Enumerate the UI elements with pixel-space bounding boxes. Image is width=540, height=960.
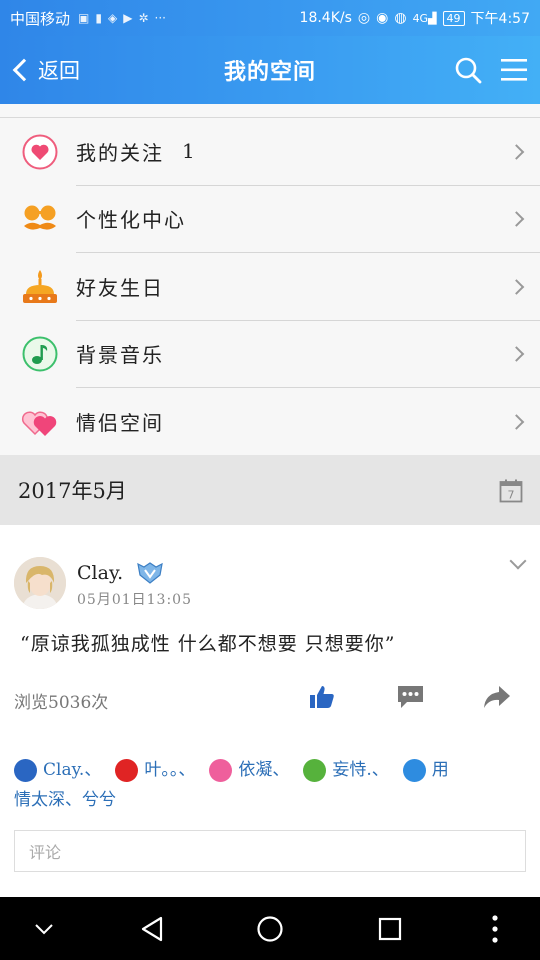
nav-more-button[interactable] xyxy=(480,897,510,960)
circle-home-icon xyxy=(257,915,283,942)
nav-back-button[interactable] xyxy=(134,897,170,960)
clock: 下午4:57 xyxy=(470,11,530,27)
thumbs-up-icon xyxy=(14,759,37,782)
share-button[interactable] xyxy=(482,683,512,711)
gear-icon: ✲ xyxy=(138,11,149,25)
notification-icon: ▮ xyxy=(95,11,102,25)
menu-item-label: 好友生日 xyxy=(76,275,164,300)
post-username[interactable]: Clay. xyxy=(77,562,123,584)
avatar[interactable] xyxy=(14,557,66,609)
liker-name-continued[interactable]: 情太深、兮兮 xyxy=(14,790,116,810)
comment-placeholder: 评论 xyxy=(29,843,62,862)
date-bar: 2017年5月 7 xyxy=(0,455,540,525)
liker-name[interactable]: 用 xyxy=(432,760,449,780)
vip-badge-icon xyxy=(137,562,164,584)
comment-input[interactable]: 评论 xyxy=(14,830,526,872)
location-icon: ◉ xyxy=(376,10,389,26)
menu-item-personalization[interactable]: 个性化中心 xyxy=(0,186,540,253)
menu-item-music[interactable]: 背景音乐 xyxy=(0,321,540,388)
network-speed: 18.4K/s xyxy=(299,10,352,26)
status-bar: 中国移动 ▣ ▮ ◈ ▶ ✲ ··· 18.4K/s ◎ ◉ ◍ 4G▟ 49 … xyxy=(0,0,540,36)
chevron-left-icon xyxy=(12,58,36,82)
play-icon: ▶ xyxy=(123,11,133,25)
battery-icon: 49 xyxy=(442,10,465,26)
space-menu: 我的关注 1 个性化中心 好友生日 背景音乐 情侣空间 xyxy=(0,104,540,456)
menu-item-birthdays[interactable]: 好友生日 xyxy=(0,253,540,321)
arrow-avatar-icon xyxy=(402,759,426,782)
square-recents-icon xyxy=(378,917,402,940)
more-icon: ··· xyxy=(154,11,166,25)
calendar-icon[interactable]: 7 xyxy=(499,479,523,503)
star-avatar-icon xyxy=(209,759,233,782)
app-icon: ◈ xyxy=(107,11,118,25)
nav-recents-button[interactable] xyxy=(370,897,410,960)
feed-post: Clay. 05月01日13:05 “原谅我孤独成性 什么都不想要 只想要你” … xyxy=(0,525,540,897)
following-count: 1 xyxy=(182,139,197,164)
triangle-back-icon xyxy=(141,916,163,941)
liker-name[interactable]: 妄恃.、 xyxy=(332,760,388,780)
liker-name[interactable]: Clay.、 xyxy=(43,760,101,780)
leaf-avatar-icon xyxy=(303,759,327,782)
music-note-icon xyxy=(20,334,60,374)
nav-home-button[interactable] xyxy=(250,897,290,960)
date-label: 2017年5月 xyxy=(18,479,127,503)
cake-icon xyxy=(20,267,60,307)
menu-item-label: 情侣空间 xyxy=(76,411,164,436)
mustache-icon xyxy=(20,199,60,239)
svg-text:7: 7 xyxy=(508,489,515,502)
comment-button[interactable] xyxy=(396,683,425,711)
like-button[interactable] xyxy=(308,683,336,711)
likes-list: Clay.、 叶。。、 依凝、 妄恃.、 用 情太深、兮兮 xyxy=(14,755,524,815)
view-count: 浏览5036次 xyxy=(14,693,109,713)
coca-cola-avatar-icon xyxy=(115,759,139,782)
menu-item-couple-space[interactable]: 情侣空间 xyxy=(0,388,540,456)
post-time: 05月01日13:05 xyxy=(77,592,192,608)
vertical-dots-icon xyxy=(492,914,498,943)
menu-item-label: 我的关注 xyxy=(76,140,164,165)
carrier-label: 中国移动 xyxy=(10,9,71,28)
liker-name[interactable]: 叶。。、 xyxy=(144,760,195,780)
menu-item-following[interactable]: 我的关注 1 xyxy=(0,118,540,186)
hide-nav-button[interactable] xyxy=(26,897,62,960)
eye-icon: ◍ xyxy=(394,10,407,26)
chevron-down-icon xyxy=(35,923,53,934)
menu-icon[interactable] xyxy=(500,57,528,83)
app-header: 返回 我的空间 xyxy=(0,36,540,104)
search-icon[interactable] xyxy=(454,56,482,84)
double-heart-icon xyxy=(20,402,60,442)
notification-icons: ▣ ▮ ◈ ▶ ✲ ··· xyxy=(78,11,166,25)
back-button[interactable]: 返回 xyxy=(10,36,80,104)
heart-icon xyxy=(20,132,60,172)
post-text: “原谅我孤独成性 什么都不想要 只想要你” xyxy=(20,633,396,655)
menu-item-label: 背景音乐 xyxy=(76,343,164,368)
chevron-down-icon[interactable] xyxy=(509,552,527,570)
back-label: 返回 xyxy=(38,59,80,83)
sim-icon: ▣ xyxy=(78,11,90,25)
liker-name[interactable]: 依凝、 xyxy=(238,760,289,780)
signal-icon: 4G▟ xyxy=(412,11,437,25)
menu-item-label: 个性化中心 xyxy=(76,208,186,233)
system-nav-bar xyxy=(0,897,540,960)
wifi-icon: ◎ xyxy=(357,10,371,26)
